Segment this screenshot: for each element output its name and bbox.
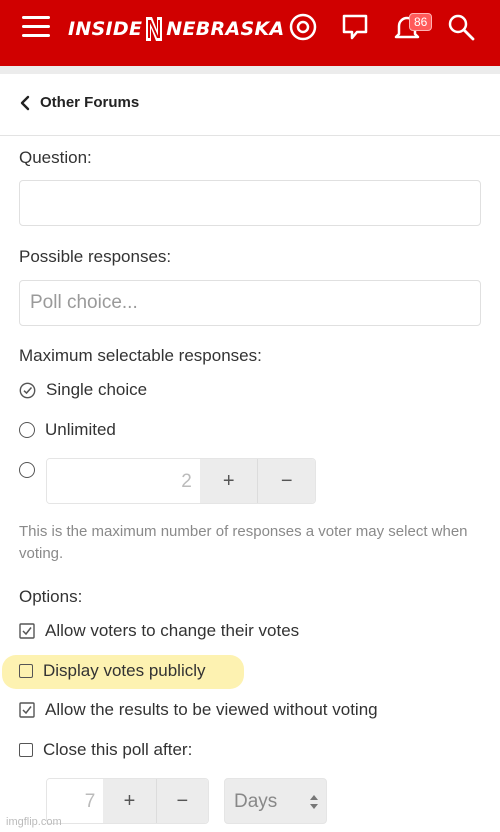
max-responses-help: This is the maximum number of responses … xyxy=(19,523,468,562)
checkbox-icon xyxy=(19,664,33,678)
menu-icon[interactable] xyxy=(22,16,50,40)
checkbox-icon xyxy=(19,743,33,757)
increment-button[interactable]: + xyxy=(199,459,258,503)
max-responses-label: Maximum selectable responses: xyxy=(19,346,262,365)
radio-checked-icon xyxy=(19,382,36,398)
question-input[interactable] xyxy=(19,180,481,226)
max-responses-stepper[interactable]: 2 + − xyxy=(46,458,316,504)
select-arrows-icon xyxy=(310,795,318,809)
chevron-left-icon xyxy=(20,95,30,110)
account-icon[interactable] xyxy=(288,12,318,42)
close-poll-option[interactable]: Close this poll after: xyxy=(19,740,192,760)
poll-choice-placeholder: Poll choice... xyxy=(30,292,138,313)
unlimited-option[interactable]: Unlimited xyxy=(19,420,116,440)
logo-text-left: INSIDE xyxy=(68,18,143,40)
notification-badge: 86 xyxy=(409,13,433,31)
change-votes-label: Allow voters to change their votes xyxy=(45,621,300,640)
close-poll-label: Close this poll after: xyxy=(43,740,193,759)
close-unit-value: Days xyxy=(234,791,278,812)
options-label: Options: xyxy=(19,587,83,606)
top-header: INSIDE NEBRASKA 86 xyxy=(0,0,500,66)
question-label: Question: xyxy=(19,148,92,167)
breadcrumb: Other Forums xyxy=(0,74,500,136)
breadcrumb-link[interactable]: Other Forums xyxy=(20,94,139,111)
unlimited-label: Unlimited xyxy=(45,420,116,439)
close-unit-select[interactable]: Days xyxy=(224,778,327,824)
nebraska-n-icon xyxy=(144,14,164,44)
radio-icon xyxy=(19,462,35,478)
change-votes-option[interactable]: Allow voters to change their votes xyxy=(19,621,299,641)
single-choice-label: Single choice xyxy=(46,380,148,399)
view-results-label: Allow the results to be viewed without v… xyxy=(45,700,378,719)
decrement-button[interactable]: − xyxy=(257,459,315,503)
logo-text-right: NEBRASKA xyxy=(166,18,285,40)
checkbox-checked-icon xyxy=(19,623,35,639)
poll-choice-input[interactable]: Poll choice... xyxy=(19,280,481,326)
responses-label: Possible responses: xyxy=(19,247,172,266)
checkbox-checked-icon xyxy=(19,702,35,718)
display-votes-option[interactable]: Display votes publicly xyxy=(19,661,206,681)
conversations-icon[interactable] xyxy=(340,12,370,42)
breadcrumb-label: Other Forums xyxy=(40,94,140,111)
radio-icon xyxy=(19,422,35,438)
site-logo[interactable]: INSIDE NEBRASKA xyxy=(68,14,285,44)
single-choice-option[interactable]: Single choice xyxy=(19,380,147,400)
close-decrement-button[interactable]: − xyxy=(155,779,208,823)
close-increment-button[interactable]: + xyxy=(103,779,156,823)
watermark: imgflip.com xyxy=(6,816,62,828)
view-results-option[interactable]: Allow the results to be viewed without v… xyxy=(19,700,378,720)
custom-max-option[interactable] xyxy=(19,462,35,478)
header-divider xyxy=(0,66,500,74)
close-after-stepper[interactable]: 7 + − xyxy=(46,778,209,824)
display-votes-label: Display votes publicly xyxy=(43,661,206,680)
search-icon[interactable] xyxy=(446,12,476,42)
max-responses-value[interactable]: 2 xyxy=(47,459,200,503)
